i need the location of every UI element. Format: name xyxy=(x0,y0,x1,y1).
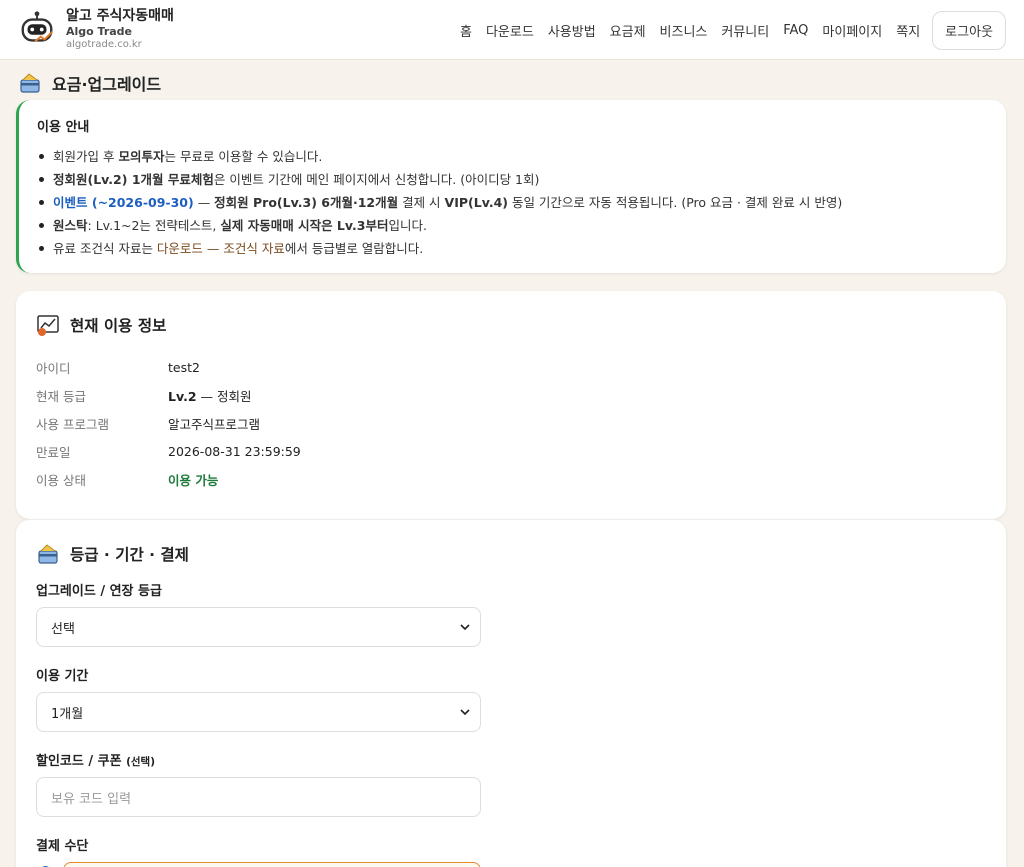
notice-title: 이용 안내 xyxy=(37,120,90,135)
robot-logo-icon xyxy=(21,11,53,43)
period-label: 이용 기간 xyxy=(36,669,89,684)
page-title-bar: 요금·업그레이드 xyxy=(0,60,1024,98)
info-section-title: 현재 이용 정보 xyxy=(36,313,986,337)
nav-community[interactable]: 커뮤니티 xyxy=(721,21,769,40)
program-value: 알고주식프로그램 xyxy=(168,416,261,432)
nav-faq[interactable]: FAQ xyxy=(783,23,808,38)
brand-text: 알고 주식자동매매 Algo Trade algotrade.co.kr xyxy=(66,8,174,50)
notice-card: 이용 안내 회원가입 후 모의투자는 무료로 이용할 수 있습니다. 정회원(L… xyxy=(16,100,1006,273)
logo[interactable]: 알고 주식자동매매 Algo Trade algotrade.co.kr xyxy=(18,8,174,50)
logout-button[interactable]: 로그아웃 xyxy=(932,11,1006,50)
coupon-input[interactable]: 보유 코드 입력 xyxy=(36,777,481,817)
pay-section-title: 등급 · 기간 · 결제 xyxy=(36,542,986,566)
grade-select[interactable]: 선택 xyxy=(36,607,481,647)
notice-item: 회원가입 후 모의투자는 무료로 이용할 수 있습니다. xyxy=(37,145,986,168)
info-row-status: 이용 상태 이용 가능 xyxy=(36,465,986,493)
chart-board-icon xyxy=(37,315,59,336)
page-title: 요금·업그레이드 xyxy=(52,75,162,94)
main-nav: 홈 다운로드 사용방법 요금제 비즈니스 커뮤니티 FAQ 마이페이지 쪽지 로… xyxy=(446,11,1006,50)
nav-business[interactable]: 비즈니스 xyxy=(660,21,708,40)
notice-item: 이벤트 (~2026-09-30) — 정회원 Pro(Lv.3) 6개월·12… xyxy=(37,191,986,214)
chevron-down-icon xyxy=(460,624,470,631)
nav-mypage[interactable]: 마이페이지 xyxy=(822,21,882,40)
credit-card-icon xyxy=(38,544,58,564)
info-row-expiry: 만료일 2026-08-31 23:59:59 xyxy=(36,443,301,460)
nav-messages[interactable]: 쪽지 xyxy=(896,21,920,40)
period-select[interactable]: 1개월 xyxy=(36,692,481,732)
nav-usage[interactable]: 사용방법 xyxy=(548,21,596,40)
chevron-down-icon xyxy=(460,709,470,716)
download-conditions-link[interactable]: 다운로드 — 조건식 자료 xyxy=(157,241,285,256)
info-row-program: 사용 프로그램 알고주식프로그램 xyxy=(36,409,986,437)
payment-method-box[interactable] xyxy=(63,862,481,867)
method-label: 결제 수단 xyxy=(36,839,89,854)
payment-card: 등급 · 기간 · 결제 업그레이드 / 연장 등급 선택 이용 기간 1개월 … xyxy=(16,519,1006,867)
notice-item: 정회원(Lv.2) 1개월 무료체험은 이벤트 기간에 메인 페이지에서 신청합… xyxy=(37,168,986,191)
top-header: 알고 주식자동매매 Algo Trade algotrade.co.kr 홈 다… xyxy=(0,0,1024,60)
notice-list: 회원가입 후 모의투자는 무료로 이용할 수 있습니다. 정회원(Lv.2) 1… xyxy=(37,145,986,260)
credit-card-icon xyxy=(20,73,40,93)
pay-title: 등급 · 기간 · 결제 xyxy=(70,546,189,564)
payment-method-option[interactable] xyxy=(40,862,986,867)
grade-value: Lv.2 — 정회원 xyxy=(168,388,252,404)
nav-pricing[interactable]: 요금제 xyxy=(610,21,646,40)
user-id-value: test2 xyxy=(168,359,200,375)
brand-title: 알고 주식자동매매 xyxy=(66,8,174,25)
notice-item: 원스탁: Lv.1~2는 전략테스트, 실제 자동매매 시작은 Lv.3부터입니… xyxy=(37,214,986,237)
expiry-value: 2026-08-31 23:59:59 xyxy=(168,443,301,459)
info-title: 현재 이용 정보 xyxy=(70,317,167,335)
info-row-id: 아이디 test2 xyxy=(36,359,200,376)
info-row-grade: 현재 등급 Lv.2 — 정회원 xyxy=(36,381,986,409)
nav-home[interactable]: 홈 xyxy=(460,21,472,40)
notice-item: 유료 조건식 자료는 다운로드 — 조건식 자료에서 등급별로 열람합니다. xyxy=(37,237,986,260)
brand-subtitle: Algo Trade xyxy=(66,25,133,39)
brand-url: algotrade.co.kr xyxy=(66,39,142,51)
nav-download[interactable]: 다운로드 xyxy=(486,21,534,40)
grade-label: 업그레이드 / 연장 등급 xyxy=(36,584,162,599)
status-value: 이용 가능 xyxy=(168,472,219,488)
current-info-card: 현재 이용 정보 아이디 test2 현재 등급 Lv.2 — 정회원 사용 프… xyxy=(16,291,1006,519)
coupon-label: 할인코드 / 쿠폰 (선택) xyxy=(36,754,156,769)
